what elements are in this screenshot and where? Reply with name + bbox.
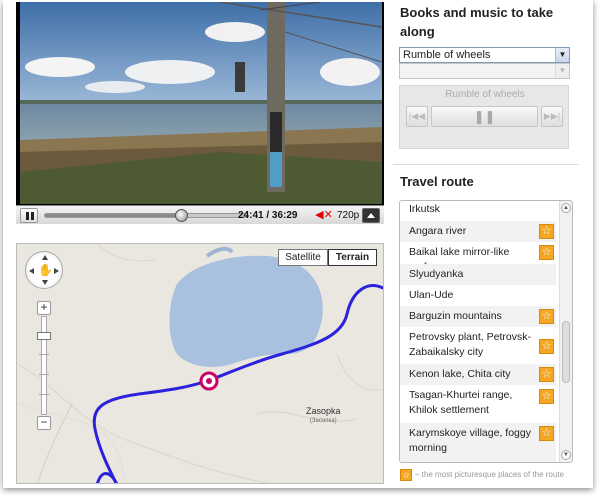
video-player[interactable]: 24:41 / 36:29 ◀✕ 720p — [16, 2, 384, 224]
route-item-ulan-ude[interactable]: Ulan-Ude — [400, 285, 556, 306]
quality-selector[interactable]: 720p — [337, 208, 359, 223]
pan-right-icon[interactable] — [54, 268, 59, 274]
section-divider — [393, 164, 579, 165]
pan-down-icon[interactable] — [42, 280, 48, 285]
zoom-out-button[interactable]: − — [37, 416, 51, 430]
terrain-button[interactable]: Terrain — [328, 249, 377, 266]
route-item-irkutsk[interactable]: Irkutsk — [400, 201, 556, 219]
route-item-label: Tsagan-Khurtei range, Khilok settlement — [409, 389, 513, 416]
chevron-down-icon: ▼ — [555, 64, 569, 78]
zoom-slider-thumb[interactable] — [37, 332, 51, 340]
route-item-barguzin[interactable]: Barguzin mountains ☆ — [400, 306, 556, 327]
star-icon: ☆ — [539, 245, 554, 260]
audio-player: Rumble of wheels |◀◀ ❚❚ ▶▶| — [399, 85, 569, 149]
album-select[interactable]: Rumble of wheels ▼ — [399, 47, 570, 63]
route-item-karymskoye[interactable]: Karymskoye village, foggy morning ☆ — [400, 423, 556, 462]
star-icon: ☆ — [539, 366, 554, 382]
album-select-value: Rumble of wheels — [403, 49, 491, 61]
route-item-label: Slyudyanka — [409, 268, 464, 280]
hand-icon: ✋ — [38, 263, 53, 277]
route-item-label: Kenon lake, Chita city — [409, 368, 511, 380]
route-item-petrovsky[interactable]: Petrovsky plant, Petrovsk-Zabaikalsky ci… — [400, 327, 556, 364]
seek-bar[interactable] — [44, 209, 248, 222]
route-list[interactable]: Irkutsk Angara river ☆ Baikal lake mirro… — [399, 200, 573, 463]
route-item-label: Ulan-Ude — [409, 289, 454, 301]
pan-left-icon[interactable] — [29, 268, 34, 274]
travel-route-title: Travel route — [400, 174, 474, 189]
route-item-angara[interactable]: Angara river ☆ — [400, 221, 556, 242]
seek-progress — [45, 214, 183, 217]
previous-track-button[interactable]: |◀◀ — [406, 106, 428, 127]
fullscreen-button[interactable] — [362, 208, 380, 223]
scroll-down-icon[interactable]: ▼ — [561, 450, 571, 460]
star-icon: ☆ — [400, 469, 412, 481]
route-legend-text: – the most picturesque places of the rou… — [415, 470, 564, 480]
pause-button[interactable] — [20, 208, 38, 223]
total-time: 36:29 — [271, 210, 298, 221]
route-item-label: Angara river — [409, 225, 467, 237]
books-music-title: Books and music to take along — [400, 5, 554, 39]
time-display: 24:41 / 36:29 — [238, 210, 298, 221]
route-item-tsagan[interactable]: Tsagan-Khurtei range, Khilok settlement … — [400, 385, 556, 423]
zoom-tick — [39, 394, 49, 395]
star-icon: ☆ — [539, 389, 554, 404]
star-icon: ☆ — [539, 426, 554, 441]
pan-up-icon[interactable] — [42, 255, 48, 260]
satellite-button[interactable]: Satellite — [278, 249, 328, 266]
video-frame — [20, 2, 382, 204]
town-label: Zasopka (Засопка) — [306, 406, 341, 426]
town-name-local: (Засопка) — [309, 418, 337, 424]
route-item-baikal[interactable]: Baikal lake mirror-like surface ☆ — [400, 242, 556, 273]
scrollbar-thumb[interactable] — [562, 321, 570, 383]
scroll-up-icon[interactable]: ▲ — [561, 203, 571, 213]
route-item-label: Barguzin mountains — [409, 310, 502, 322]
star-icon: ☆ — [539, 308, 554, 324]
route-item-label: Petrovsky plant, Petrovsk-Zabaikalsky ci… — [409, 331, 531, 358]
map-terrain — [17, 244, 383, 483]
route-map[interactable]: ✋ + − Satellite Terrain Zasopka (Засопка… — [16, 243, 384, 484]
secondary-select: ▼ — [399, 63, 570, 79]
route-item-label: Karymskoye village, foggy morning — [409, 427, 531, 454]
zoom-tick — [39, 354, 49, 355]
zoom-in-button[interactable]: + — [37, 301, 51, 315]
route-legend: ☆ – the most picturesque places of the ro… — [400, 469, 564, 481]
zoom-slider-track[interactable] — [41, 316, 47, 415]
chevron-down-icon[interactable]: ▼ — [555, 48, 569, 62]
route-list-scrollbar[interactable]: ▲ ▼ — [559, 201, 572, 462]
route-item-label: Irkutsk — [409, 203, 440, 215]
video-controls: 24:41 / 36:29 ◀✕ 720p — [16, 205, 384, 224]
elapsed-time: 24:41 — [238, 210, 264, 221]
pan-control[interactable]: ✋ — [25, 251, 63, 289]
pause-audio-button[interactable]: ❚❚ — [431, 106, 538, 127]
zoom-tick — [39, 374, 49, 375]
mute-icon[interactable]: ◀✕ — [314, 208, 334, 223]
town-name: Zasopka — [306, 406, 341, 416]
star-icon: ☆ — [539, 223, 554, 239]
route-item-kenon[interactable]: Kenon lake, Chita city ☆ — [400, 364, 556, 385]
seek-handle[interactable] — [175, 209, 189, 222]
next-track-button[interactable]: ▶▶| — [541, 106, 563, 127]
route-item-slyudyanka[interactable]: Slyudyanka — [400, 264, 556, 285]
star-icon: ☆ — [539, 339, 554, 354]
audio-track-title: Rumble of wheels — [445, 89, 525, 100]
